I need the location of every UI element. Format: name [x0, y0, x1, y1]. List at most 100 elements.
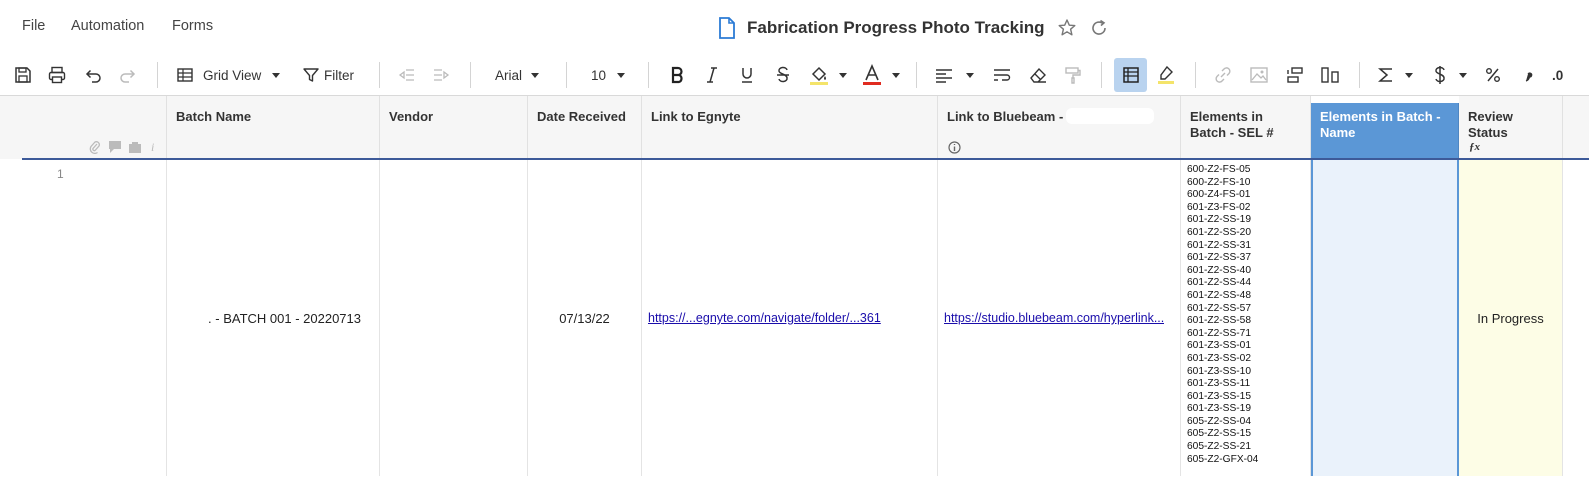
- column-header-link-bluebeam[interactable]: Link to Bluebeam -: [938, 96, 1181, 159]
- sel-number-item: 601-Z2-SS-58: [1187, 315, 1251, 327]
- review-status-value: In Progress: [1477, 310, 1544, 326]
- filter-button[interactable]: Filter: [302, 64, 358, 86]
- cell-date-received[interactable]: 07/13/22: [528, 160, 642, 476]
- sel-number-item: 601-Z2-SS-19: [1187, 214, 1251, 226]
- sheet-document-icon: [719, 17, 735, 39]
- decimal-button[interactable]: .0: [1552, 64, 1589, 86]
- toolbar-divider: [566, 62, 567, 88]
- row-number-cell[interactable]: 1: [22, 160, 167, 476]
- print-button[interactable]: [46, 64, 68, 86]
- column-header-batch-name[interactable]: Batch Name: [167, 96, 380, 159]
- favorite-star-icon[interactable]: [1057, 18, 1077, 38]
- row-header-corner: i: [0, 96, 167, 159]
- outdent-button[interactable]: [396, 64, 418, 86]
- toolbar-divider: [1101, 62, 1102, 88]
- sum-icon: [1378, 68, 1392, 82]
- menu-automation[interactable]: Automation: [71, 18, 144, 34]
- format-painter-icon: [1065, 67, 1081, 84]
- sel-number-item: 605-Z2-GFX-04: [1187, 453, 1259, 465]
- redo-button[interactable]: [117, 64, 139, 86]
- column-header-link-egnyte[interactable]: Link to Egnyte: [642, 96, 938, 159]
- redacted-area: [1066, 108, 1154, 124]
- cell-link-bluebeam[interactable]: https://studio.bluebeam.com/hyperlink...: [938, 160, 1181, 476]
- highlight-button[interactable]: [1155, 64, 1177, 86]
- sum-button[interactable]: [1378, 64, 1418, 86]
- sel-number-item: 601-Z2-SS-20: [1187, 226, 1251, 238]
- font-size-select[interactable]: 10: [591, 64, 629, 86]
- toolbar-divider: [470, 62, 471, 88]
- column-header-review-status[interactable]: Review Status ƒx: [1459, 96, 1563, 159]
- eraser-icon: [1030, 67, 1046, 83]
- outdent-icon: [398, 69, 414, 81]
- bold-icon: [671, 66, 683, 84]
- sel-number-item: 601-Z2-SS-37: [1187, 252, 1251, 264]
- format-painter-button[interactable]: [1062, 64, 1084, 86]
- card-view-icon: [1122, 67, 1139, 83]
- redo-icon: [120, 69, 136, 83]
- filter-label: Filter: [324, 67, 354, 83]
- cell-vendor[interactable]: [380, 160, 528, 476]
- underline-button[interactable]: [736, 64, 758, 86]
- toolbar: Grid View Filter Arial 10 .0: [0, 54, 1589, 96]
- sel-number-item: 605-Z2-SS-04: [1187, 415, 1251, 427]
- view-switcher[interactable]: Grid View: [176, 64, 284, 86]
- cell-elements-name[interactable]: [1311, 160, 1459, 476]
- clear-format-button[interactable]: [1027, 64, 1049, 86]
- cell-review-status[interactable]: In Progress: [1459, 160, 1563, 476]
- egnyte-link[interactable]: https://...egnyte.com/navigate/folder/..…: [648, 311, 881, 325]
- insert-link-button[interactable]: [1212, 64, 1234, 86]
- align-icon: [936, 69, 952, 83]
- insert-image-button[interactable]: [1248, 64, 1270, 86]
- fill-color-button[interactable]: [808, 64, 852, 86]
- currency-button[interactable]: [1433, 64, 1471, 86]
- font-size-value: 10: [591, 67, 607, 83]
- formula-icon: ƒx: [1469, 141, 1480, 153]
- title-area: Fabrication Progress Photo Tracking: [718, 14, 1109, 42]
- wrap-text-button[interactable]: [991, 64, 1013, 86]
- sel-number-item: 601-Z3-SS-02: [1187, 352, 1251, 364]
- undo-button[interactable]: [82, 64, 104, 86]
- comma-button[interactable]: [1518, 64, 1538, 86]
- sel-number-item: 601-Z3-SS-01: [1187, 340, 1251, 352]
- indent-button[interactable]: [430, 64, 452, 86]
- menu-bar: File Automation Forms Fabrication Progre…: [0, 0, 1589, 54]
- strikethrough-button[interactable]: [772, 64, 794, 86]
- menu-file[interactable]: File: [22, 18, 45, 34]
- align-button[interactable]: [934, 64, 978, 86]
- refresh-icon[interactable]: [1089, 18, 1109, 38]
- percent-button[interactable]: [1482, 64, 1504, 86]
- chevron-down-icon: [966, 72, 974, 78]
- image-icon: [1250, 67, 1268, 83]
- column-header-elements-name[interactable]: Elements in Batch - Name: [1311, 103, 1459, 159]
- bold-button[interactable]: [666, 64, 688, 86]
- save-button[interactable]: [12, 64, 34, 86]
- percent-icon: [1486, 68, 1500, 82]
- sel-number-item: 605-Z2-SS-21: [1187, 441, 1251, 453]
- column-header-date-received[interactable]: Date Received: [528, 96, 642, 159]
- cell-batch-name[interactable]: . - BATCH 001 - 20220713: [167, 160, 380, 476]
- indent-icon: [434, 69, 450, 81]
- cell-elements-sel[interactable]: 600-Z2-FS-05 600-Z2-FS-10 600-Z4-FS-01 601-…: [1181, 160, 1311, 476]
- italic-button[interactable]: [701, 64, 723, 86]
- cell-link-egnyte[interactable]: https://...egnyte.com/navigate/folder/..…: [642, 160, 938, 476]
- proof-icon: [129, 142, 141, 153]
- card-view-toggle[interactable]: [1114, 58, 1147, 92]
- column-header-vendor[interactable]: Vendor: [380, 96, 528, 159]
- bluebeam-link[interactable]: https://studio.bluebeam.com/hyperlink...: [944, 311, 1164, 325]
- indent-row-button[interactable]: [1283, 64, 1305, 86]
- date-received-value: 07/13/22: [559, 310, 610, 326]
- sel-number-item: 601-Z3-SS-15: [1187, 390, 1251, 402]
- font-family-select[interactable]: Arial: [495, 64, 547, 86]
- column-header-elements-sel[interactable]: Elements in Batch - SEL #: [1181, 96, 1311, 159]
- column-info-icon: [948, 141, 961, 154]
- grid-icon: [177, 68, 193, 82]
- chevron-down-icon: [617, 72, 626, 78]
- decimal-label: .0: [1552, 67, 1564, 83]
- chevron-down-icon: [1405, 72, 1413, 78]
- outdent-row-button[interactable]: [1319, 64, 1341, 86]
- sel-number-item: 601-Z2-SS-44: [1187, 277, 1251, 289]
- toolbar-divider: [157, 62, 158, 88]
- text-color-button[interactable]: [861, 64, 903, 86]
- menu-forms[interactable]: Forms: [172, 18, 213, 34]
- outdent-row-icon: [1321, 67, 1339, 83]
